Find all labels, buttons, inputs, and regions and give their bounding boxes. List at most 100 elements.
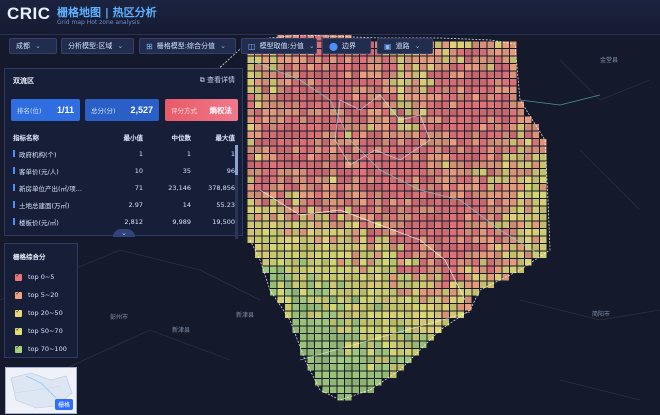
grid-cell[interactable]	[322, 139, 330, 146]
grid-cell[interactable]	[315, 64, 322, 71]
grid-cell[interactable]	[442, 116, 450, 124]
grid-cell[interactable]	[412, 131, 420, 139]
grid-cell[interactable]	[510, 259, 517, 266]
grid-cell[interactable]	[322, 251, 330, 259]
grid-cell[interactable]	[367, 364, 375, 371]
grid-cell[interactable]	[457, 41, 465, 49]
grid-cell[interactable]	[502, 259, 510, 266]
grid-cell[interactable]	[315, 274, 322, 281]
grid-cell[interactable]	[345, 379, 352, 386]
grid-cell[interactable]	[330, 206, 337, 214]
grid-cell[interactable]	[420, 206, 427, 214]
grid-cell[interactable]	[375, 319, 382, 326]
grid-cell[interactable]	[360, 101, 367, 109]
grid-cell[interactable]	[450, 206, 457, 214]
grid-cell[interactable]	[450, 296, 457, 304]
grid-cell[interactable]	[510, 86, 517, 94]
grid-cell[interactable]	[442, 236, 450, 244]
grid-cell[interactable]	[465, 124, 472, 131]
grid-cell[interactable]	[285, 244, 292, 251]
grid-cell[interactable]	[300, 266, 307, 274]
grid-cell[interactable]	[322, 146, 330, 154]
grid-cell[interactable]	[367, 356, 375, 364]
grid-cell[interactable]	[435, 206, 442, 214]
grid-cell[interactable]	[307, 191, 315, 199]
grid-cell[interactable]	[457, 214, 465, 221]
grid-cell[interactable]	[315, 281, 322, 289]
grid-cell[interactable]	[390, 266, 397, 274]
grid-cell[interactable]	[517, 199, 525, 206]
grid-cell[interactable]	[382, 161, 390, 169]
grid-cell[interactable]	[375, 124, 382, 131]
grid-cell[interactable]	[292, 101, 300, 109]
grid-cell[interactable]	[495, 49, 502, 56]
grid-cell[interactable]	[345, 281, 352, 289]
grid-cell[interactable]	[465, 64, 472, 71]
grid-cell[interactable]	[315, 326, 322, 334]
grid-cell[interactable]	[457, 124, 465, 131]
grid-cell[interactable]	[330, 274, 337, 281]
grid-cell[interactable]	[495, 71, 502, 79]
grid-cell[interactable]	[315, 221, 322, 229]
grid-cell[interactable]	[262, 184, 270, 191]
grid-cell[interactable]	[420, 56, 427, 64]
grid-cell[interactable]	[315, 244, 322, 251]
grid-cell[interactable]	[525, 154, 532, 161]
grid-cell[interactable]	[487, 176, 495, 184]
grid-cell[interactable]	[495, 266, 502, 274]
grid-cell[interactable]	[375, 139, 382, 146]
grid-cell[interactable]	[457, 191, 465, 199]
grid-cell[interactable]	[442, 41, 450, 49]
grid-cell[interactable]	[517, 116, 525, 124]
grid-cell[interactable]	[322, 304, 330, 311]
grid-cell[interactable]	[375, 326, 382, 334]
grid-cell[interactable]	[247, 229, 255, 236]
grid-cell[interactable]	[397, 124, 405, 131]
grid-cell[interactable]	[517, 139, 525, 146]
grid-cell[interactable]	[510, 161, 517, 169]
grid-cell[interactable]	[345, 371, 352, 379]
grid-cell[interactable]	[345, 319, 352, 326]
grid-cell[interactable]	[472, 56, 480, 64]
grid-cell[interactable]	[307, 71, 315, 79]
grid-cell[interactable]	[412, 56, 420, 64]
grid-cell[interactable]	[495, 79, 502, 86]
grid-cell[interactable]	[457, 71, 465, 79]
grid-cell[interactable]	[270, 71, 277, 79]
grid-cell[interactable]	[315, 94, 322, 101]
grid-cell[interactable]	[435, 311, 442, 319]
grid-cell[interactable]	[345, 154, 352, 161]
grid-cell[interactable]	[255, 71, 262, 79]
grid-cell[interactable]	[337, 379, 345, 386]
grid-cell[interactable]	[315, 341, 322, 349]
grid-cell[interactable]	[330, 289, 337, 296]
grid-cell[interactable]	[382, 199, 390, 206]
grid-cell[interactable]	[427, 206, 435, 214]
grid-cell[interactable]	[442, 86, 450, 94]
grid-cell[interactable]	[352, 86, 360, 94]
grid-cell[interactable]	[367, 131, 375, 139]
grid-cell[interactable]	[457, 109, 465, 116]
grid-cell[interactable]	[457, 206, 465, 214]
grid-cell[interactable]	[390, 146, 397, 154]
grid-cell[interactable]	[442, 109, 450, 116]
grid-cell[interactable]	[525, 229, 532, 236]
grid-cell[interactable]	[382, 191, 390, 199]
grid-cell[interactable]	[435, 139, 442, 146]
grid-cell[interactable]	[367, 319, 375, 326]
grid-cell[interactable]	[435, 281, 442, 289]
grid-cell[interactable]	[255, 109, 262, 116]
grid-cell[interactable]	[322, 281, 330, 289]
grid-cell[interactable]	[390, 326, 397, 334]
grid-cell[interactable]	[255, 79, 262, 86]
grid-cell[interactable]	[405, 94, 412, 101]
grid-cell[interactable]	[472, 146, 480, 154]
grid-cell[interactable]	[405, 341, 412, 349]
grid-cell[interactable]	[532, 199, 540, 206]
grid-cell[interactable]	[450, 101, 457, 109]
grid-cell[interactable]	[435, 146, 442, 154]
grid-cell[interactable]	[375, 371, 382, 379]
grid-cell[interactable]	[367, 184, 375, 191]
grid-cell[interactable]	[330, 56, 337, 64]
grid-cell[interactable]	[442, 229, 450, 236]
